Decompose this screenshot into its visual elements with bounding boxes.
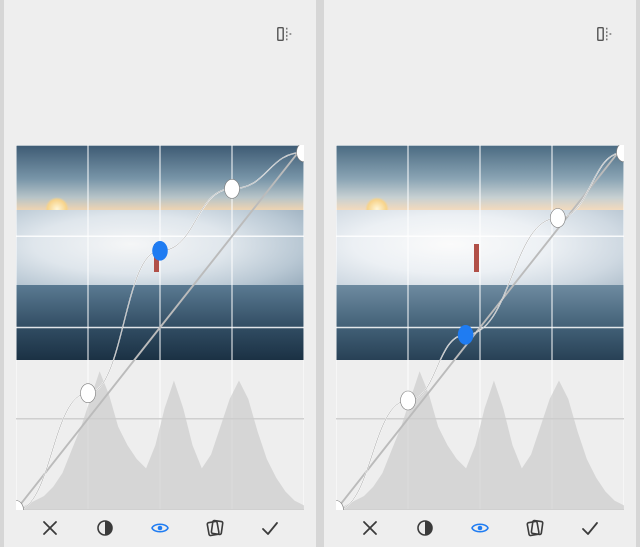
curve-point-1[interactable] [81, 384, 96, 403]
curve-point-1[interactable] [401, 391, 416, 410]
editor-toolbar [324, 510, 636, 545]
contrast-button[interactable] [414, 517, 436, 539]
eye-icon [150, 518, 170, 538]
curve-overlay [16, 145, 304, 510]
apply-button[interactable] [259, 517, 281, 539]
panel-topbar [324, 0, 636, 60]
curve-point-4[interactable] [617, 145, 624, 162]
styles-button[interactable] [524, 517, 546, 539]
close-button[interactable] [359, 517, 381, 539]
check-icon [580, 518, 600, 538]
styles-icon [525, 518, 545, 538]
editor-toolbar [4, 510, 316, 545]
apply-button[interactable] [579, 517, 601, 539]
check-icon [260, 518, 280, 538]
spacer [324, 60, 636, 145]
styles-button[interactable] [204, 517, 226, 539]
curve-point-4[interactable] [297, 145, 304, 162]
panel-topbar [4, 0, 316, 60]
curve-point-2[interactable] [153, 241, 168, 260]
curve-point-3[interactable] [225, 179, 240, 198]
contrast-icon [415, 518, 435, 538]
curve-overlay [336, 145, 624, 510]
close-icon [40, 518, 60, 538]
compare-button[interactable] [596, 25, 614, 43]
curve-point-3[interactable] [550, 209, 565, 228]
close-icon [360, 518, 380, 538]
close-button[interactable] [39, 517, 61, 539]
contrast-icon [95, 518, 115, 538]
editor-panel-right [324, 0, 636, 547]
curve-point-2[interactable] [458, 325, 473, 344]
channel-button[interactable] [469, 517, 491, 539]
tone-curve[interactable] [16, 145, 304, 510]
compare-button[interactable] [276, 25, 294, 43]
mirror-icon [276, 25, 294, 43]
channel-button[interactable] [149, 517, 171, 539]
contrast-button[interactable] [94, 517, 116, 539]
mirror-icon [596, 25, 614, 43]
editor-panel-left [4, 0, 316, 547]
eye-icon [470, 518, 490, 538]
spacer [4, 60, 316, 145]
comparison-page [0, 0, 640, 547]
styles-icon [205, 518, 225, 538]
tone-curve[interactable] [336, 145, 624, 510]
